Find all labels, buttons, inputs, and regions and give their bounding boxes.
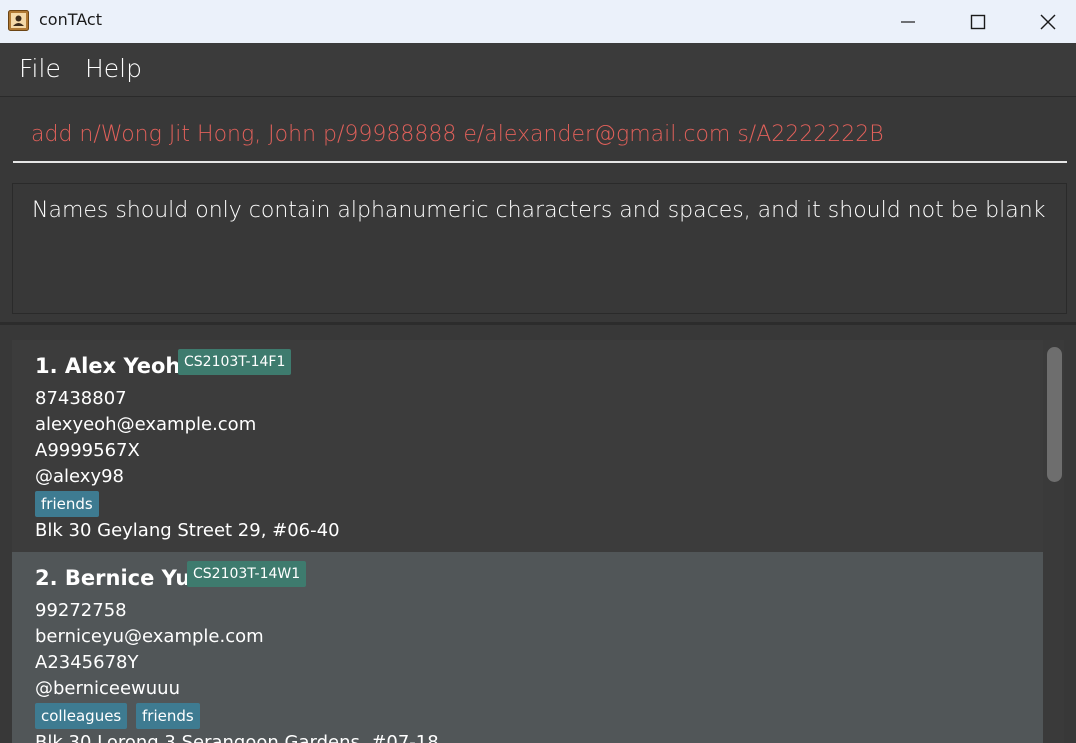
person-tag: colleagues (35, 703, 128, 729)
person-list: 1. Alex Yeoh CS2103T-14F1 87438807 alexy… (12, 340, 1043, 743)
command-input[interactable]: add n/Wong Jit Hong, John p/99988888 e/a… (13, 107, 1067, 163)
person-name: 1. Alex Yeoh (35, 354, 181, 378)
window-title: conTAct (39, 10, 102, 29)
panel-divider (0, 322, 1076, 325)
person-name: 2. Bernice Yu (35, 566, 191, 590)
scrollbar-thumb[interactable] (1047, 347, 1062, 482)
app-contact-icon (8, 10, 29, 31)
result-message: Names should only contain alphanumeric c… (32, 198, 1046, 223)
person-tag: friends (35, 491, 99, 517)
result-display: Names should only contain alphanumeric c… (12, 183, 1067, 314)
person-student-id: A2345678Y (35, 652, 139, 673)
person-address: Blk 30 Lorong 3 Serangoon Gardens, #07-1… (35, 732, 439, 743)
person-telegram: @alexy98 (35, 466, 124, 487)
menu-help[interactable]: Help (85, 54, 142, 83)
close-icon (1040, 14, 1056, 29)
person-email: alexyeoh@example.com (35, 414, 257, 435)
maximize-button[interactable] (955, 0, 1001, 43)
person-phone: 99272758 (35, 600, 127, 621)
person-student-id: A9999567X (35, 440, 140, 461)
person-card[interactable]: 2. Bernice Yu CS2103T-14W1 99272758 bern… (12, 552, 1043, 743)
person-telegram: @berniceewuuu (35, 678, 180, 699)
menu-file[interactable]: File (19, 54, 61, 83)
tutorial-tag: CS2103T-14F1 (178, 349, 292, 375)
maximize-icon (970, 14, 986, 29)
person-card[interactable]: 1. Alex Yeoh CS2103T-14F1 87438807 alexy… (12, 340, 1043, 552)
person-email: berniceyu@example.com (35, 626, 264, 647)
minimize-icon (901, 20, 915, 23)
person-phone: 87438807 (35, 388, 127, 409)
close-button[interactable] (1025, 0, 1071, 43)
menu-bar: File Help (0, 43, 1076, 97)
title-bar: conTAct (0, 0, 1076, 43)
minimize-button[interactable] (885, 0, 931, 43)
command-box: add n/Wong Jit Hong, John p/99988888 e/a… (0, 97, 1076, 175)
person-address: Blk 30 Geylang Street 29, #06-40 (35, 520, 340, 541)
person-tag: friends (136, 703, 200, 729)
tutorial-tag: CS2103T-14W1 (187, 561, 307, 587)
